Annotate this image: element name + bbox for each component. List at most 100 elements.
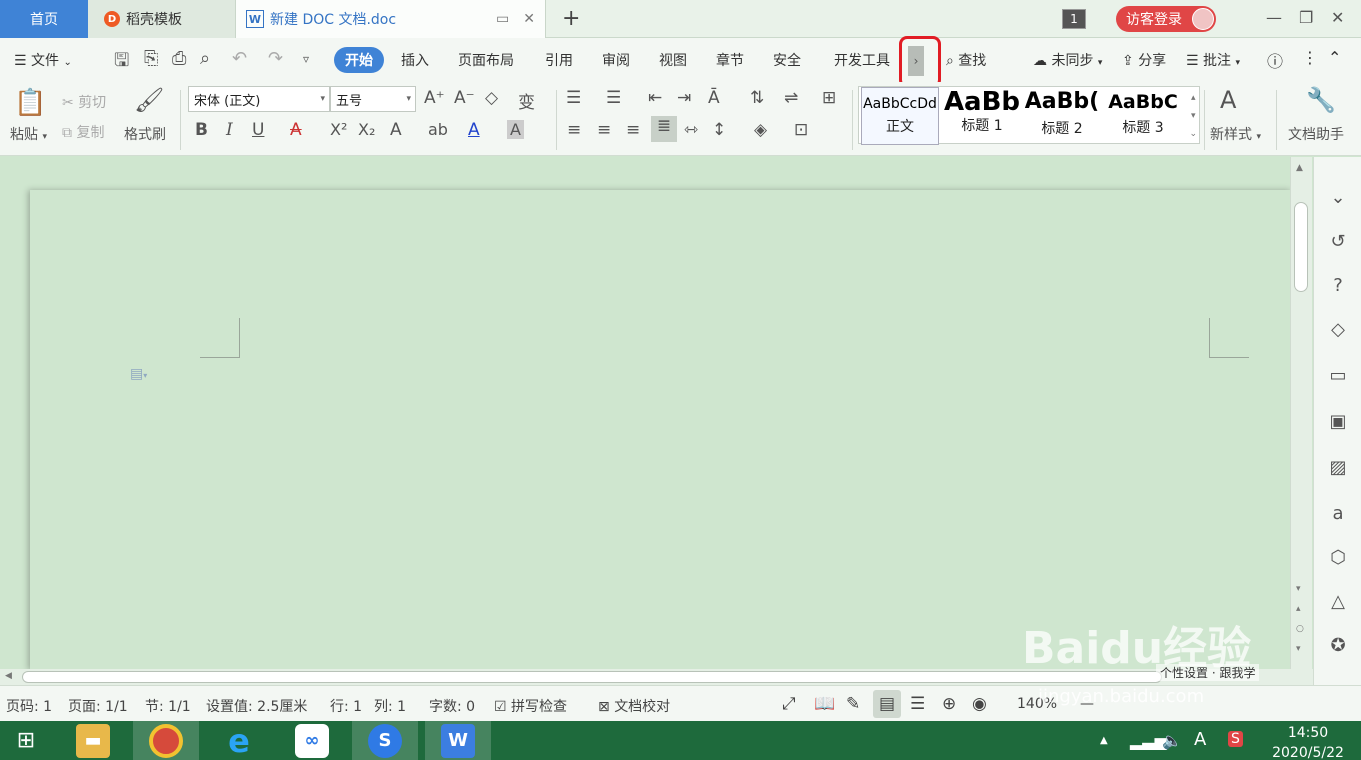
guest-login-button[interactable]: 访客登录	[1116, 6, 1216, 32]
numbering-icon[interactable]: ☰	[606, 88, 621, 108]
taskbar-sogou-browser[interactable]: S	[352, 721, 418, 760]
style-gallery-scroll[interactable]: ▴ ▾ ⌄	[1189, 89, 1197, 143]
sogou-ime-icon[interactable]: S	[1228, 731, 1243, 747]
tab-references[interactable]: 引用	[545, 50, 573, 70]
taskbar-ie[interactable]: e	[206, 721, 272, 760]
fullscreen-icon[interactable]: ⤢	[782, 694, 796, 714]
tab-document[interactable]: W 新建 DOC 文档.doc ▭ ✕	[236, 0, 546, 38]
decrease-indent-icon[interactable]: ⇤	[648, 88, 662, 108]
format-painter-icon[interactable]: 🖌	[134, 86, 164, 114]
borders-icon[interactable]: ⊡	[794, 120, 808, 140]
underline-icon[interactable]: U	[252, 120, 264, 140]
page-count[interactable]: 页面: 1/1	[68, 696, 128, 716]
highlight-icon[interactable]: ab	[428, 120, 448, 139]
style-heading-1[interactable]: AaBb 标题 1	[943, 87, 1021, 145]
quick-access-dropdown-icon[interactable]: ▿	[303, 52, 309, 66]
tray-expand-icon[interactable]: ▲	[1100, 735, 1108, 746]
shrink-font-icon[interactable]: A⁻	[454, 88, 475, 108]
new-tab-button[interactable]: +	[562, 6, 580, 31]
close-window-icon[interactable]: ✕	[1331, 8, 1344, 27]
tab-home[interactable]: 首页	[0, 0, 88, 38]
char-shading-icon[interactable]: A	[507, 120, 524, 139]
paste-options-icon[interactable]: ▤▾	[130, 366, 147, 382]
style-heading-2[interactable]: AaBb( 标题 2	[1023, 87, 1101, 145]
edit-mode-icon[interactable]: ✎	[846, 694, 860, 714]
doc-assistant-icon[interactable]: 🔧	[1306, 86, 1336, 114]
paste-button[interactable]: 粘贴 ▾	[10, 124, 47, 144]
align-left-icon[interactable]: ≡	[567, 120, 581, 140]
print-icon[interactable]: ⎙	[172, 48, 186, 69]
setting-value[interactable]: 设置值: 2.5厘米	[206, 696, 307, 716]
table-icon[interactable]: ⊞	[822, 88, 836, 108]
redo-icon[interactable]: ↷	[268, 48, 283, 69]
web-view-icon[interactable]: ⊕	[942, 694, 956, 714]
outline-view-icon[interactable]: ☰	[910, 694, 925, 714]
grow-font-icon[interactable]: A⁺	[424, 88, 445, 108]
section-count[interactable]: 节: 1/1	[145, 696, 191, 716]
tab-security[interactable]: 安全	[773, 50, 801, 70]
history-icon[interactable]: ↺	[1326, 231, 1350, 255]
superscript-icon[interactable]: X²	[330, 120, 347, 139]
tab-developer[interactable]: 开发工具	[834, 50, 890, 70]
strikethrough-icon[interactable]: A	[290, 120, 302, 140]
input-method-icon[interactable]: A	[1194, 729, 1206, 750]
new-style-icon[interactable]: A	[1220, 86, 1236, 114]
justify-icon[interactable]: ≣	[651, 116, 677, 142]
paste-icon[interactable]: 📋	[14, 88, 46, 118]
copy-button[interactable]: ⧉ 复制	[62, 122, 104, 142]
distribute-icon[interactable]: ⇿	[684, 120, 698, 140]
tab-review[interactable]: 审阅	[602, 50, 630, 70]
tab-insert[interactable]: 插入	[401, 50, 429, 70]
bold-icon[interactable]: B	[195, 120, 208, 140]
collapse-ribbon-icon[interactable]: ⌃	[1328, 48, 1341, 67]
monitor-icon[interactable]: ▭	[496, 11, 509, 27]
chinese-layout-icon[interactable]: Ā	[708, 88, 720, 108]
print-preview-icon[interactable]: ⌕	[200, 48, 210, 69]
save-icon[interactable]: 🖫	[114, 48, 129, 78]
restore-icon[interactable]: ❐	[1299, 8, 1313, 27]
column-indicator[interactable]: 列: 1	[374, 696, 406, 716]
show-hide-icon[interactable]: ⇌	[784, 88, 798, 108]
style-normal[interactable]: AaBbCcDd 正文	[861, 87, 939, 145]
style-heading-3[interactable]: AaBbC 标题 3	[1104, 87, 1182, 145]
window-count-badge[interactable]: 1	[1062, 9, 1086, 29]
find-button[interactable]: ⌕ 查找	[946, 50, 986, 70]
row-indicator[interactable]: 行: 1	[330, 696, 362, 716]
scroll-left-icon[interactable]: ◀	[5, 671, 12, 681]
subscript-icon[interactable]: X₂	[358, 120, 375, 139]
sort-icon[interactable]: ⇅	[750, 88, 764, 108]
minimize-icon[interactable]: —	[1266, 8, 1282, 27]
reading-mode-icon[interactable]: 📖	[814, 694, 835, 714]
volume-icon[interactable]: 🔈	[1162, 731, 1182, 750]
bullets-icon[interactable]: ☰	[566, 88, 581, 108]
increase-indent-icon[interactable]: ⇥	[677, 88, 691, 108]
eye-protection-icon[interactable]: ◉	[972, 694, 987, 714]
phonetic-guide-icon[interactable]: 变	[518, 88, 535, 113]
tab-templates[interactable]: D 稻壳模板	[88, 0, 236, 38]
help-icon[interactable]: ⓘ	[1267, 48, 1283, 72]
page-number[interactable]: 页码: 1	[6, 696, 52, 716]
format-painter-button[interactable]: 格式刷	[124, 124, 166, 144]
scroll-up-icon[interactable]: ▲	[1296, 163, 1303, 173]
page-nav-icons[interactable]: ▾ ▴ ○ ▾	[1296, 579, 1304, 659]
taskbar-explorer[interactable]: ▬	[60, 721, 126, 760]
archive-icon[interactable]: ▭	[1326, 365, 1350, 389]
shapes-icon[interactable]: ◇	[1326, 319, 1350, 343]
taskbar-baidu-netdisk[interactable]: ∞	[279, 721, 345, 760]
undo-icon[interactable]: ↶	[232, 48, 247, 69]
taskbar-chrome[interactable]	[133, 721, 199, 760]
triangle-icon[interactable]: △	[1326, 591, 1350, 615]
help-icon[interactable]: ?	[1326, 275, 1350, 299]
tab-view[interactable]: 视图	[659, 50, 687, 70]
comment-button[interactable]: ☰ 批注 ▾	[1186, 50, 1240, 70]
share-button[interactable]: ⇪ 分享	[1122, 50, 1166, 70]
more-options-icon[interactable]: ⋮	[1302, 48, 1318, 67]
page-view-icon[interactable]: ▤	[879, 694, 895, 714]
close-tab-icon[interactable]: ✕	[523, 11, 535, 27]
clear-format-icon[interactable]: ◇	[485, 88, 498, 108]
image-icon[interactable]: ▨	[1326, 457, 1350, 481]
badge-icon[interactable]: ✪	[1326, 635, 1350, 659]
align-right-icon[interactable]: ≡	[626, 120, 640, 140]
spell-check-button[interactable]: ☑ 拼写检查	[494, 696, 567, 716]
proofread-button[interactable]: ⊠ 文档校对	[598, 696, 670, 716]
